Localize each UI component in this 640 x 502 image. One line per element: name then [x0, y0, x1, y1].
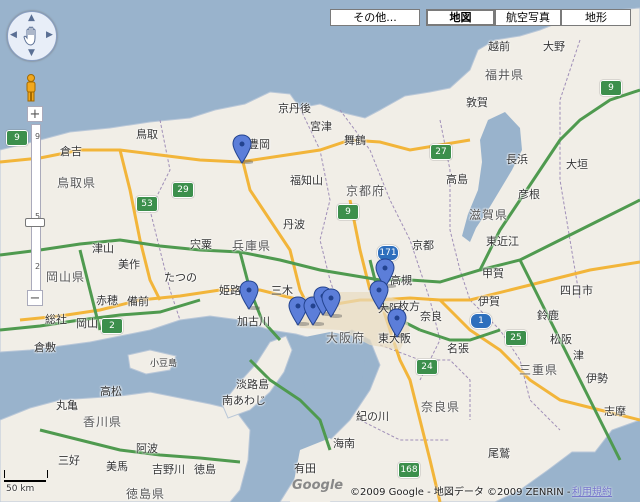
- city-label: 越前: [488, 40, 510, 53]
- city-label: 伊勢: [586, 372, 608, 385]
- pan-hand-icon[interactable]: [23, 26, 41, 46]
- city-label: 宮津: [310, 120, 332, 133]
- map-type-map-button[interactable]: 地図: [426, 9, 495, 26]
- map-type-satellite-button[interactable]: 航空写真: [495, 9, 561, 26]
- pref-label: 鳥取県: [57, 176, 97, 190]
- pref-label: 福井県: [485, 68, 525, 82]
- city-label: 加古川: [237, 315, 270, 328]
- city-label: 鈴鹿: [537, 309, 559, 322]
- route-shield: 168: [398, 462, 420, 478]
- city-label: 吉野川: [152, 463, 185, 476]
- city-label: 赤穂: [96, 294, 118, 307]
- city-label: 丹波: [283, 218, 305, 231]
- zoom-slider-thumb[interactable]: [25, 218, 45, 227]
- zoom-out-button[interactable]: −: [27, 290, 43, 306]
- city-label: 海南: [333, 437, 355, 450]
- pref-label: 大阪府: [326, 331, 366, 345]
- city-label: 淡路島: [236, 378, 269, 391]
- city-label: 京都: [412, 239, 434, 252]
- city-label: 甲賀: [482, 267, 504, 280]
- route-shield: 27: [430, 144, 452, 160]
- city-label: 美作: [118, 258, 140, 271]
- google-logo[interactable]: Google: [292, 478, 343, 493]
- city-label: 志摩: [604, 405, 626, 418]
- city-label: 伊賀: [478, 295, 500, 308]
- pref-label: 徳島県: [126, 487, 166, 501]
- city-label: 大野: [543, 40, 565, 53]
- city-label: 尾鷲: [488, 447, 510, 460]
- city-label: 高松: [100, 385, 122, 398]
- map-marker-icon[interactable]: [320, 288, 342, 318]
- city-label: 彦根: [518, 188, 540, 201]
- zoom-in-button[interactable]: +: [27, 106, 43, 122]
- city-label: 津: [573, 349, 584, 362]
- copyright-text: ©2009 Google - 地図データ ©2009 ZENRIN -: [350, 487, 571, 498]
- city-label: 鳥取: [136, 128, 158, 141]
- route-shield: 2: [101, 318, 123, 334]
- route-shield: 1: [470, 313, 492, 329]
- pref-label: 香川県: [83, 415, 123, 429]
- city-label: たつの: [164, 271, 197, 284]
- city-label: 備前: [127, 295, 149, 308]
- city-label: 奈良: [420, 310, 442, 323]
- city-label: 津山: [92, 242, 114, 255]
- map-type-more-button[interactable]: その他...: [330, 9, 420, 26]
- map-marker-icon[interactable]: [231, 134, 253, 164]
- route-shield: 9: [337, 204, 359, 220]
- pref-label: 岡山県: [46, 270, 86, 284]
- route-shield: 25: [505, 330, 527, 346]
- city-label: 丸亀: [56, 399, 78, 412]
- city-label: 高島: [446, 173, 468, 186]
- scale-km-label: 50 km: [6, 484, 35, 494]
- city-label: 有田: [294, 462, 316, 475]
- city-label: 徳島: [194, 463, 216, 476]
- map-marker-icon[interactable]: [386, 308, 408, 338]
- pref-label: 兵庫県: [232, 239, 272, 253]
- route-shield: 9: [600, 80, 622, 96]
- city-label: 倉吉: [60, 145, 82, 158]
- map-type-terrain-button[interactable]: 地形: [561, 9, 631, 26]
- city-label: 大垣: [566, 158, 588, 171]
- pref-label: 京都府: [346, 184, 386, 198]
- scale-bar: 50 km: [0, 466, 120, 500]
- route-shield: 9: [6, 130, 28, 146]
- zoom-tick: 2: [35, 262, 41, 271]
- street-view-pegman-icon[interactable]: [24, 74, 38, 102]
- pan-control[interactable]: ▲ ▼ ◀ ▶: [7, 11, 57, 61]
- city-label: 福知山: [290, 174, 323, 187]
- zoom-tick: 9: [35, 132, 41, 141]
- map-marker-icon[interactable]: [368, 280, 390, 310]
- pref-label: 奈良県: [421, 400, 461, 414]
- terms-link[interactable]: 利用規約: [572, 483, 612, 498]
- city-label: 総社: [45, 313, 67, 326]
- city-label: 岡山: [76, 317, 98, 330]
- map-marker-icon[interactable]: [238, 280, 260, 310]
- pref-label: 滋賀県: [469, 208, 509, 222]
- city-label: 舞鶴: [344, 134, 366, 147]
- pan-right-icon[interactable]: ▶: [46, 30, 53, 40]
- city-label: 長浜: [506, 153, 528, 166]
- city-label: 東近江: [486, 235, 519, 248]
- city-label: 敦賀: [466, 96, 488, 109]
- city-label: 名張: [447, 342, 469, 355]
- city-label: 宍粟: [190, 238, 212, 251]
- city-label: 南あわじ: [222, 394, 266, 407]
- pan-left-icon[interactable]: ◀: [10, 30, 17, 40]
- route-shield: 53: [136, 196, 158, 212]
- pref-label: 三重県: [519, 363, 559, 377]
- city-label: 松阪: [550, 333, 572, 346]
- pan-up-icon[interactable]: ▲: [28, 13, 35, 23]
- city-label: 四日市: [560, 284, 593, 297]
- route-shield: 24: [416, 359, 438, 375]
- pan-down-icon[interactable]: ▼: [28, 48, 35, 58]
- city-label: 倉敷: [34, 341, 56, 354]
- city-label: 京丹後: [278, 102, 311, 115]
- city-label: 小豆島: [150, 359, 178, 369]
- city-label: 紀の川: [356, 410, 389, 423]
- city-label: 阿波: [136, 442, 158, 455]
- route-shield: 29: [172, 182, 194, 198]
